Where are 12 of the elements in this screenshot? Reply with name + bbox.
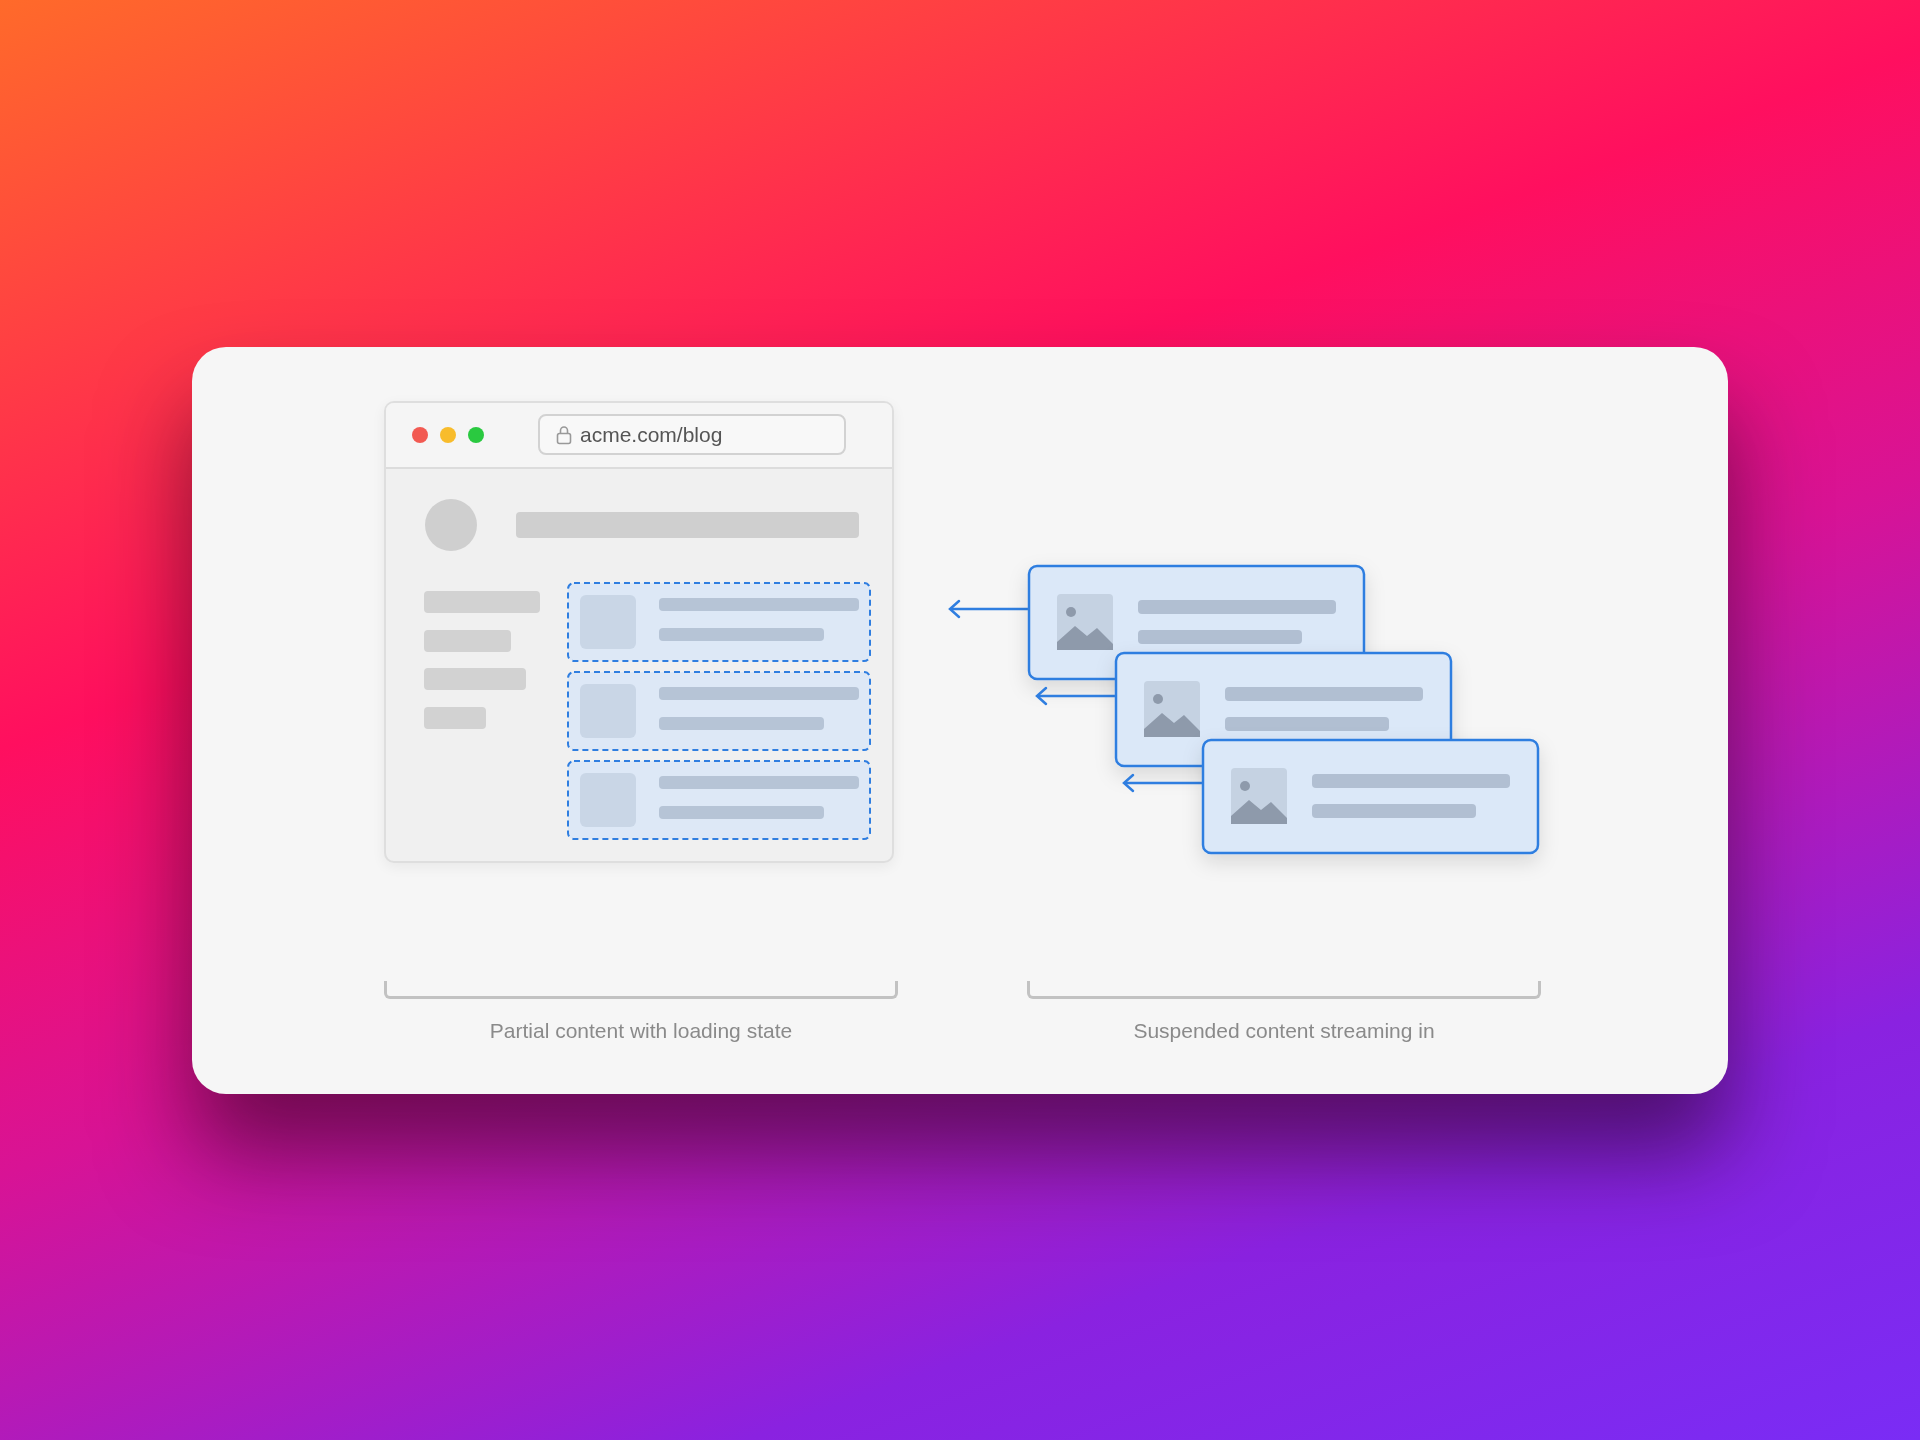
address-bar[interactable]: acme.com/blog [538, 414, 846, 455]
caption: Partial content with loading state [488, 1018, 794, 1043]
maximize-dot-icon [468, 426, 484, 443]
caption: Suspended content streaming in [1132, 1018, 1436, 1043]
image-icon [1231, 767, 1287, 824]
image-icon [1144, 680, 1200, 737]
lock-icon [556, 424, 572, 445]
close-dot-icon [412, 426, 428, 443]
sidebar-placeholder [424, 706, 486, 729]
avatar-placeholder [425, 498, 477, 551]
image-icon [1057, 593, 1113, 650]
minimize-dot-icon [440, 426, 456, 443]
